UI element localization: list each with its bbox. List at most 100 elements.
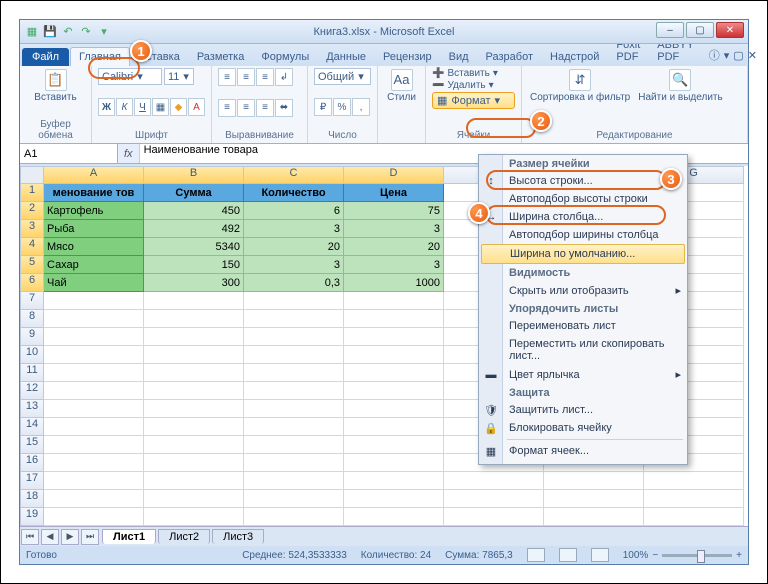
col-header[interactable]: D [344,166,444,184]
menu-lock-cell[interactable]: 🔒Блокировать ячейку [479,419,687,437]
table-cell[interactable]: 1000 [344,274,444,292]
table-header-cell[interactable]: менование тов [44,184,144,202]
table-cell[interactable]: 5340 [144,238,244,256]
row-header[interactable]: 3 [20,220,44,238]
cell[interactable] [44,418,144,436]
table-cell[interactable]: 6 [244,202,344,220]
cell[interactable] [144,292,244,310]
save-icon[interactable]: 💾 [42,24,58,40]
row-header[interactable]: 17 [20,472,44,490]
zoom-slider[interactable] [662,554,732,557]
comma-button[interactable]: , [352,98,370,116]
cell[interactable] [144,454,244,472]
zoom-in-button[interactable]: + [736,550,742,561]
table-cell[interactable]: 3 [344,220,444,238]
fx-icon[interactable]: fx [118,148,139,160]
cell[interactable] [344,292,444,310]
align-middle-button[interactable]: ≡ [237,68,255,86]
cell[interactable] [344,472,444,490]
cell[interactable] [244,328,344,346]
table-cell[interactable]: 75 [344,202,444,220]
align-center-button[interactable]: ≡ [237,99,255,117]
cell[interactable] [44,472,144,490]
sort-filter-button[interactable]: ⇵Сортировка и фильтр [528,68,632,104]
table-cell[interactable]: Чай [44,274,144,292]
align-bottom-button[interactable]: ≡ [256,68,274,86]
zoom-out-button[interactable]: − [652,550,658,561]
cell[interactable] [44,346,144,364]
row-header[interactable]: 2 [20,202,44,220]
sheet-tab-2[interactable]: Лист2 [158,529,210,544]
font-color-button[interactable]: A [188,98,205,116]
view-pagebreak-button[interactable] [591,548,609,562]
sheet-nav-prev[interactable]: ◀ [41,529,59,545]
cell[interactable] [144,328,244,346]
cells-delete-button[interactable]: ➖Удалить▾ [432,80,515,91]
row-header[interactable]: 19 [20,508,44,526]
menu-rename-sheet[interactable]: Переименовать лист [479,317,687,335]
cell[interactable] [344,490,444,508]
align-top-button[interactable]: ≡ [218,68,236,86]
cell[interactable] [44,292,144,310]
paste-button[interactable]: 📋Вставить [26,68,85,104]
cell[interactable] [244,346,344,364]
table-cell[interactable]: 0,3 [244,274,344,292]
cell[interactable] [44,508,144,526]
tab-page-layout[interactable]: Разметка [189,48,253,66]
font-name-select[interactable]: Calibri▾ [98,68,162,85]
cell[interactable] [344,346,444,364]
cell[interactable] [144,310,244,328]
table-cell[interactable]: Картофель [44,202,144,220]
row-header[interactable]: 6 [20,274,44,292]
maximize-button[interactable]: ▢ [686,22,714,38]
cell[interactable] [144,436,244,454]
menu-format-cells[interactable]: ▦Формат ячеек... [479,442,687,460]
row-header[interactable]: 9 [20,328,44,346]
cell[interactable] [144,400,244,418]
ribbon-help[interactable]: ⓘ▾▢✕ [703,44,763,66]
sheet-nav-last[interactable]: ⏭ [81,529,99,545]
zoom-level[interactable]: 100% [623,550,649,561]
cell[interactable] [44,436,144,454]
cell[interactable] [144,364,244,382]
cell[interactable] [344,436,444,454]
cell[interactable] [244,508,344,526]
table-header-cell[interactable]: Количество [244,184,344,202]
cell[interactable] [244,490,344,508]
cell[interactable] [544,472,644,490]
tab-file[interactable]: Файл [22,48,69,66]
menu-column-width[interactable]: ↔Ширина столбца... [479,208,687,226]
cell[interactable] [444,472,544,490]
cell[interactable] [44,364,144,382]
table-cell[interactable]: 300 [144,274,244,292]
col-header[interactable]: C [244,166,344,184]
cell[interactable] [644,490,744,508]
cell[interactable] [144,490,244,508]
col-header[interactable]: B [144,166,244,184]
cell[interactable] [244,310,344,328]
align-left-button[interactable]: ≡ [218,99,236,117]
percent-button[interactable]: % [333,98,351,116]
cell[interactable] [244,436,344,454]
row-header[interactable]: 15 [20,436,44,454]
col-header[interactable]: A [44,166,144,184]
table-cell[interactable]: 20 [244,238,344,256]
cell[interactable] [344,454,444,472]
cell[interactable] [44,454,144,472]
cell[interactable] [244,454,344,472]
undo-icon[interactable]: ↶ [60,24,76,40]
wrap-text-button[interactable]: ↲ [275,68,293,86]
row-header[interactable]: 7 [20,292,44,310]
row-header[interactable]: 12 [20,382,44,400]
cell[interactable] [244,292,344,310]
row-header[interactable]: 18 [20,490,44,508]
font-size-select[interactable]: 11▾ [164,68,194,85]
table-cell[interactable]: Сахар [44,256,144,274]
cells-insert-button[interactable]: ➕Вставить▾ [432,68,515,79]
underline-button[interactable]: Ч [134,98,151,116]
cell[interactable] [244,472,344,490]
table-cell[interactable]: 3 [244,256,344,274]
cell[interactable] [644,472,744,490]
sheet-nav-first[interactable]: ⏮ [21,529,39,545]
cell[interactable] [144,382,244,400]
